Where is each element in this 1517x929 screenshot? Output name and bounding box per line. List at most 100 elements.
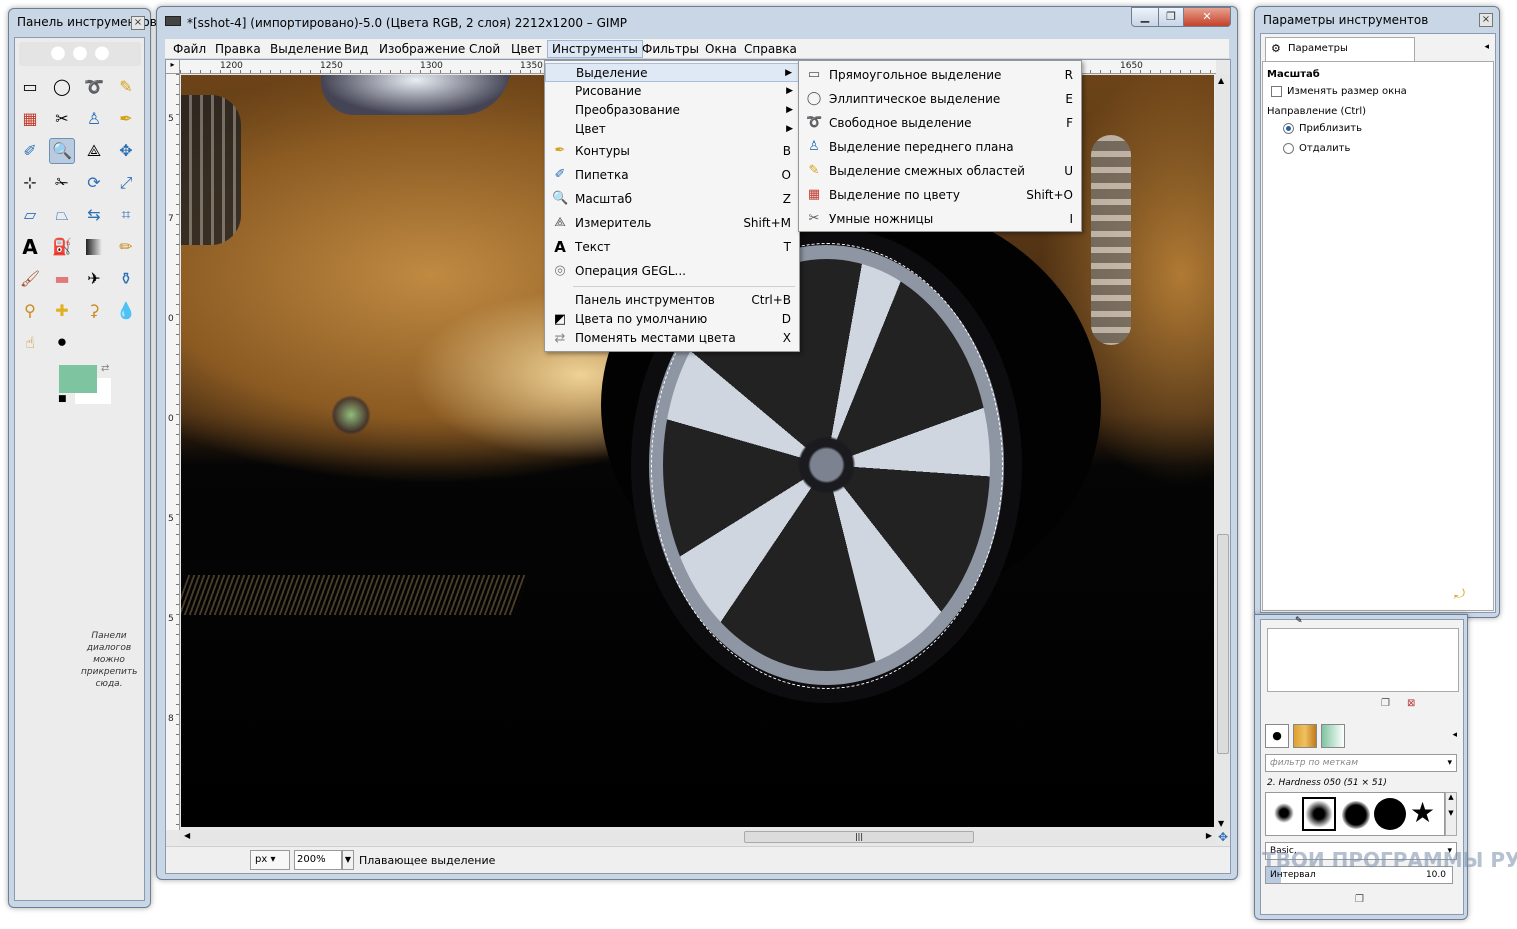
measure-tool-icon[interactable]: ⟁ [81, 138, 107, 164]
maximize-button[interactable]: ❐ [1158, 7, 1184, 27]
menu-help[interactable]: Справка [740, 41, 801, 57]
cage-tool-icon[interactable]: ⌗ [113, 202, 139, 228]
pencil-tool-icon[interactable]: ✏ [113, 234, 139, 260]
menu-edit[interactable]: Правка [211, 41, 265, 57]
menu-image[interactable]: Изображение [375, 41, 469, 57]
scroll-left-arrow[interactable]: ◀ [184, 831, 190, 840]
perspective-clone-tool-icon[interactable]: ⚳ [81, 298, 107, 324]
scale-tool-icon[interactable]: ⤢ [113, 170, 139, 196]
quick-mask-corner[interactable]: ▸ [166, 60, 180, 74]
brush-thumb[interactable] [1274, 803, 1294, 823]
ellipse-select-tool-icon[interactable]: ◯ [49, 74, 75, 100]
flip-tool-icon[interactable]: ⇆ [81, 202, 107, 228]
crop-tool-icon[interactable]: ✁ [49, 170, 75, 196]
navigate-icon[interactable]: ✥ [1216, 830, 1230, 844]
vertical-scrollbar[interactable]: ▲ ▼ [1216, 74, 1230, 830]
tools-menu-item[interactable]: ✐ Пипетка O [545, 163, 799, 187]
airbrush-tool-icon[interactable]: ✈ [81, 266, 107, 292]
ink-tool-icon[interactable]: ⚱ [113, 266, 139, 292]
paths-tool-icon[interactable]: ✒ [113, 106, 139, 132]
bucket-fill-tool-icon[interactable]: ⛽ [49, 234, 75, 260]
tools-menu-item[interactable]: ◩ Цвета по умолчанию D [545, 310, 799, 329]
menu-filters[interactable]: Фильтры [638, 41, 703, 57]
scissors-tool-icon[interactable]: ✂ [49, 106, 75, 132]
shear-tool-icon[interactable]: ▱ [17, 202, 43, 228]
free-select-tool-icon[interactable]: ➰ [81, 74, 107, 100]
unit-select[interactable]: px ▾ [250, 850, 290, 870]
menu-view[interactable]: Вид [340, 41, 372, 57]
scroll-down-arrow[interactable]: ▼ [1218, 819, 1224, 828]
color-picker-tool-icon[interactable]: ✐ [17, 138, 43, 164]
close-button[interactable]: ✕ [1183, 7, 1231, 27]
fuzzy-select-tool-icon[interactable]: ✎ [113, 74, 139, 100]
foreground-select-tool-icon[interactable]: ♙ [81, 106, 107, 132]
gradients-tab[interactable] [1321, 724, 1345, 748]
tools-menu-item[interactable]: ◎ Операция GEGL... [545, 259, 799, 283]
layer-duplicate-icon[interactable]: ❐ [1381, 698, 1390, 709]
swap-colors-icon[interactable]: ⇄ [101, 363, 109, 374]
minimize-button[interactable]: ▁ [1131, 7, 1159, 27]
tools-menu-item[interactable]: Цвет ▶ [545, 120, 799, 139]
brush-thumb[interactable] [1342, 801, 1370, 829]
rotate-tool-icon[interactable]: ⟳ [81, 170, 107, 196]
brush-thumb[interactable] [1374, 798, 1406, 830]
toolbox-close-button[interactable]: × [131, 16, 145, 30]
scroll-right-arrow[interactable]: ▶ [1206, 831, 1212, 840]
zoom-input[interactable]: 200% [294, 850, 342, 870]
tools-menu-item[interactable]: Рисование ▶ [545, 82, 799, 101]
selection-submenu-item[interactable]: ➰ Свободное выделение F [799, 111, 1081, 135]
menu-colors[interactable]: Цвет [507, 41, 546, 57]
menu-select[interactable]: Выделение [266, 41, 345, 57]
brush-refresh-icon[interactable]: ❐ [1355, 894, 1364, 905]
dodge-burn-tool-icon[interactable]: ⚫ [49, 330, 75, 356]
brush-thumb-selected[interactable] [1302, 797, 1336, 831]
scroll-up-arrow[interactable]: ▲ [1218, 76, 1224, 85]
selection-submenu-item[interactable]: ✎ Выделение смежных областей U [799, 159, 1081, 183]
patterns-tab[interactable] [1293, 724, 1317, 748]
smudge-tool-icon[interactable]: ☝ [17, 330, 43, 356]
tools-menu-item[interactable]: Преобразование ▶ [545, 101, 799, 120]
layer-delete-icon[interactable]: ⊠ [1407, 698, 1415, 709]
menu-file[interactable]: Файл [169, 41, 210, 57]
horizontal-scroll-thumb[interactable]: ||| [744, 831, 974, 843]
blur-tool-icon[interactable]: 💧 [113, 298, 139, 324]
tools-menu-item[interactable]: 🔍 Масштаб Z [545, 187, 799, 211]
brush-star-thumb[interactable]: ★ [1410, 797, 1435, 829]
align-tool-icon[interactable]: ⊹ [17, 170, 43, 196]
menu-tools[interactable]: Инструменты [547, 40, 643, 58]
select-by-color-tool-icon[interactable]: ▦ [17, 106, 43, 132]
blend-tool-icon[interactable] [81, 234, 107, 260]
brush-grid-scrollbar[interactable]: ▲ ▼ [1445, 792, 1457, 836]
tool-options-tab[interactable]: ⚙ Параметры инструментов [1265, 37, 1415, 76]
default-colors-icon[interactable]: ■ [58, 394, 67, 404]
zoom-tool-icon[interactable]: 🔍 [49, 138, 75, 164]
paintbrush-tool-icon[interactable]: 🖌 [17, 266, 43, 292]
selection-submenu-item[interactable]: ✂ Умные ножницы I [799, 207, 1081, 231]
move-tool-icon[interactable]: ✥ [113, 138, 139, 164]
selection-submenu-item[interactable]: ▦ Выделение по цвету Shift+O [799, 183, 1081, 207]
clone-tool-icon[interactable]: ⚲ [17, 298, 43, 324]
tools-menu-item[interactable]: Панель инструментов Ctrl+B [545, 291, 799, 310]
menu-layer[interactable]: Слой [465, 41, 504, 57]
tools-menu-item[interactable]: ⇄ Поменять местами цвета X [545, 329, 799, 348]
tag-filter-dropdown-icon[interactable]: ▾ [1447, 755, 1452, 771]
dock-tab-menu-icon[interactable]: ◂ [1452, 730, 1457, 740]
tools-menu-item[interactable]: ⟁ Измеритель Shift+M [545, 211, 799, 235]
reset-options-icon[interactable]: ⤾ [1454, 587, 1465, 602]
perspective-tool-icon[interactable]: ⏢ [49, 202, 75, 228]
eraser-tool-icon[interactable]: ▬ [49, 266, 75, 292]
tab-menu-icon[interactable]: ◂ [1484, 42, 1489, 52]
horizontal-scrollbar[interactable]: ◀ ||| ▶ [180, 830, 1216, 844]
tools-menu-item[interactable]: Выделение ▶ [545, 63, 799, 82]
selection-submenu-item[interactable]: ♙ Выделение переднего плана [799, 135, 1081, 159]
tag-filter-input[interactable]: фильтр по меткам ▾ [1265, 754, 1457, 772]
zoom-in-radio[interactable] [1283, 123, 1294, 134]
text-tool-icon[interactable]: A [17, 234, 43, 260]
tool-options-close-button[interactable]: × [1479, 13, 1493, 27]
zoom-out-radio[interactable] [1283, 143, 1294, 154]
resize-window-checkbox[interactable] [1271, 86, 1282, 97]
tools-menu-item[interactable]: ✒ Контуры B [545, 139, 799, 163]
brushes-tab[interactable]: ● [1265, 724, 1289, 748]
heal-tool-icon[interactable]: ✚ [49, 298, 75, 324]
zoom-dropdown-button[interactable]: ▼ [342, 850, 354, 870]
